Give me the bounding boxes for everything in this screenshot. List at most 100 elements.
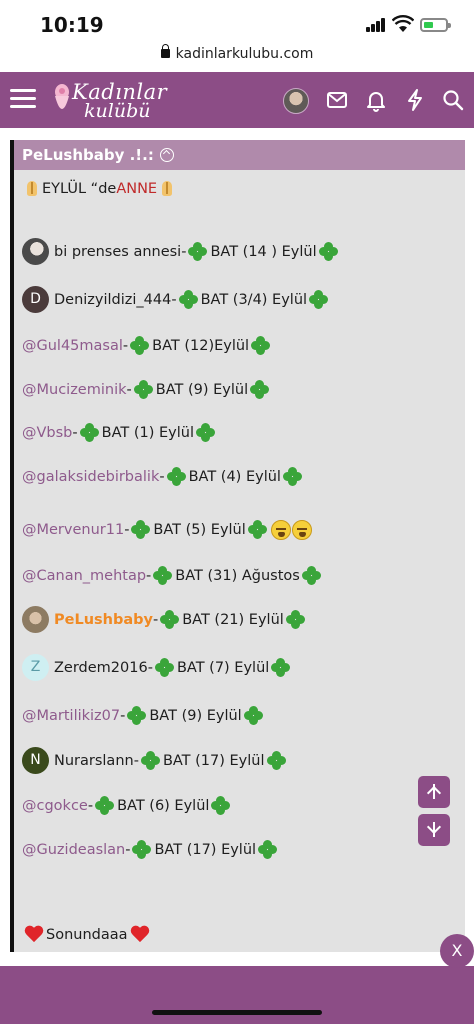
clover-icon [166,467,187,487]
cellular-signal-icon [366,18,386,32]
avatar[interactable]: D [22,286,49,313]
menu-icon[interactable] [10,88,36,110]
post-header: PeLushbaby .!.: [14,140,465,170]
entry-text: BAT (31) Ağustos [175,568,300,584]
clover-icon [140,750,161,771]
status-bar: 10:19 [0,0,474,46]
clover-icon [211,796,231,816]
bottom-bar [0,966,474,1024]
post-author[interactable]: PeLushbaby .!.: [22,146,174,164]
clover-icon [130,336,150,356]
clover-icon [195,423,216,443]
avatar[interactable] [22,606,49,633]
site-logo[interactable]: Kadınlar kulübü [50,78,170,124]
entry-text: BAT (7) Eylül [176,659,270,676]
clover-icon [301,566,322,586]
list-item: N Nurarslann - BAT (17) Eylül [22,747,289,774]
clover-icon [309,289,329,310]
scroll-top-button[interactable] [418,776,450,808]
crying-face-icon [291,520,312,540]
clover-icon [247,520,268,540]
list-item: D Denizyildizi_444 - BAT (3/4) Eylül [22,286,331,313]
mention-link[interactable]: @Gul45masal [22,338,123,354]
list-item: Z Zerdem2016 - BAT (7) Eylül [22,654,293,681]
clover-icon [251,336,271,356]
clover-icon [132,840,152,860]
jump-up-icon[interactable] [159,148,174,162]
site-header: Kadınlar kulübü [0,72,474,128]
entry-text: BAT (9) Eylül [155,382,249,398]
heart-icon [24,926,44,944]
list-item: bi prenses annesi - BAT (14 ) Eylül [22,238,341,265]
pray-icon [159,180,175,198]
home-indicator [152,1010,322,1015]
url-bar[interactable]: kadinlarkulubu.com [0,44,474,72]
list-item: @Vbsb - BAT (1) Eylül [22,423,218,443]
clover-icon [160,609,180,630]
list-item: @cgokce - BAT (6) Eylül [22,796,233,816]
forum-post: PeLushbaby .!.: EYLÜL “de ANNE bi prense… [10,140,465,952]
footer-text: Sonundaaa [46,927,128,943]
avatar[interactable]: N [22,747,49,774]
username[interactable]: PeLushbaby [54,612,153,628]
list-item: PeLushbaby - BAT (21) Eylül [22,606,308,633]
mention-link[interactable]: @Vbsb [22,425,72,441]
entry-text: BAT (17) Eylül [154,842,257,858]
post-title-line: EYLÜL “de ANNE [22,180,177,198]
title-highlight: ANNE [116,181,158,197]
username[interactable]: bi prenses annesi [54,244,181,260]
close-button[interactable]: X [440,934,474,968]
url-text: kadinlarkulubu.com [175,46,314,62]
list-item: @Mervenur11 - BAT (5) Eylül [22,520,312,540]
entry-text: BAT (1) Eylül [101,425,194,441]
bolt-icon[interactable] [403,88,427,112]
mention-link[interactable]: @galaksidebirbalik [22,469,159,485]
mention-link[interactable]: @Guzideaslan [22,842,125,858]
clover-icon [285,609,306,630]
entry-text: BAT (14 ) Eylül [210,243,317,260]
username[interactable]: Denizyildizi_444 [54,292,171,308]
entry-text: BAT (4) Eylül [188,469,281,485]
list-item: @galaksidebirbalik - BAT (4) Eylül [22,467,305,487]
bell-icon[interactable] [364,88,388,112]
mail-icon[interactable] [325,88,349,112]
mention-link[interactable]: @Mervenur11 [22,522,124,538]
entry-text: BAT (9) Eylül [149,708,242,724]
list-item: @Martilikiz07 - BAT (9) Eylül [22,706,266,726]
clover-icon [258,840,278,860]
clover-icon [131,520,151,540]
title-text: EYLÜL “de [42,181,117,197]
crying-face-icon [270,520,291,540]
clover-icon [250,380,270,400]
clover-icon [127,706,147,726]
avatar[interactable]: Z [22,654,49,681]
clover-icon [133,380,154,400]
username[interactable]: Nurarslann [54,753,134,769]
user-avatar[interactable] [283,88,309,114]
clover-icon [243,706,264,726]
lock-icon [160,44,170,58]
post-footer-line: Sonundaaa [22,926,152,944]
entry-text: BAT (5) Eylül [153,522,246,538]
clover-icon [95,796,115,816]
logo-line2: kulübü [84,100,151,122]
list-item: @Mucizeminik - BAT (9) Eylül [22,380,272,400]
search-icon[interactable] [441,88,465,112]
clover-icon [79,423,100,443]
avatar[interactable] [22,238,49,265]
clover-icon [266,750,287,771]
entry-text: BAT (12)Eylül [152,338,250,354]
clover-icon [318,241,339,262]
heart-icon [130,926,150,944]
entry-text: BAT (3/4) Eylül [200,291,308,308]
scroll-bottom-button[interactable] [418,814,450,846]
clover-icon [178,289,199,310]
username[interactable]: Zerdem2016 [54,660,148,676]
mention-link[interactable]: @Mucizeminik [22,382,127,398]
battery-icon [420,18,451,32]
mention-link[interactable]: @Canan_mehtap [22,568,146,584]
mention-link[interactable]: @Martilikiz07 [22,708,120,724]
entry-text: BAT (6) Eylül [117,798,210,814]
pray-icon [24,180,40,198]
mention-link[interactable]: @cgokce [22,798,88,814]
